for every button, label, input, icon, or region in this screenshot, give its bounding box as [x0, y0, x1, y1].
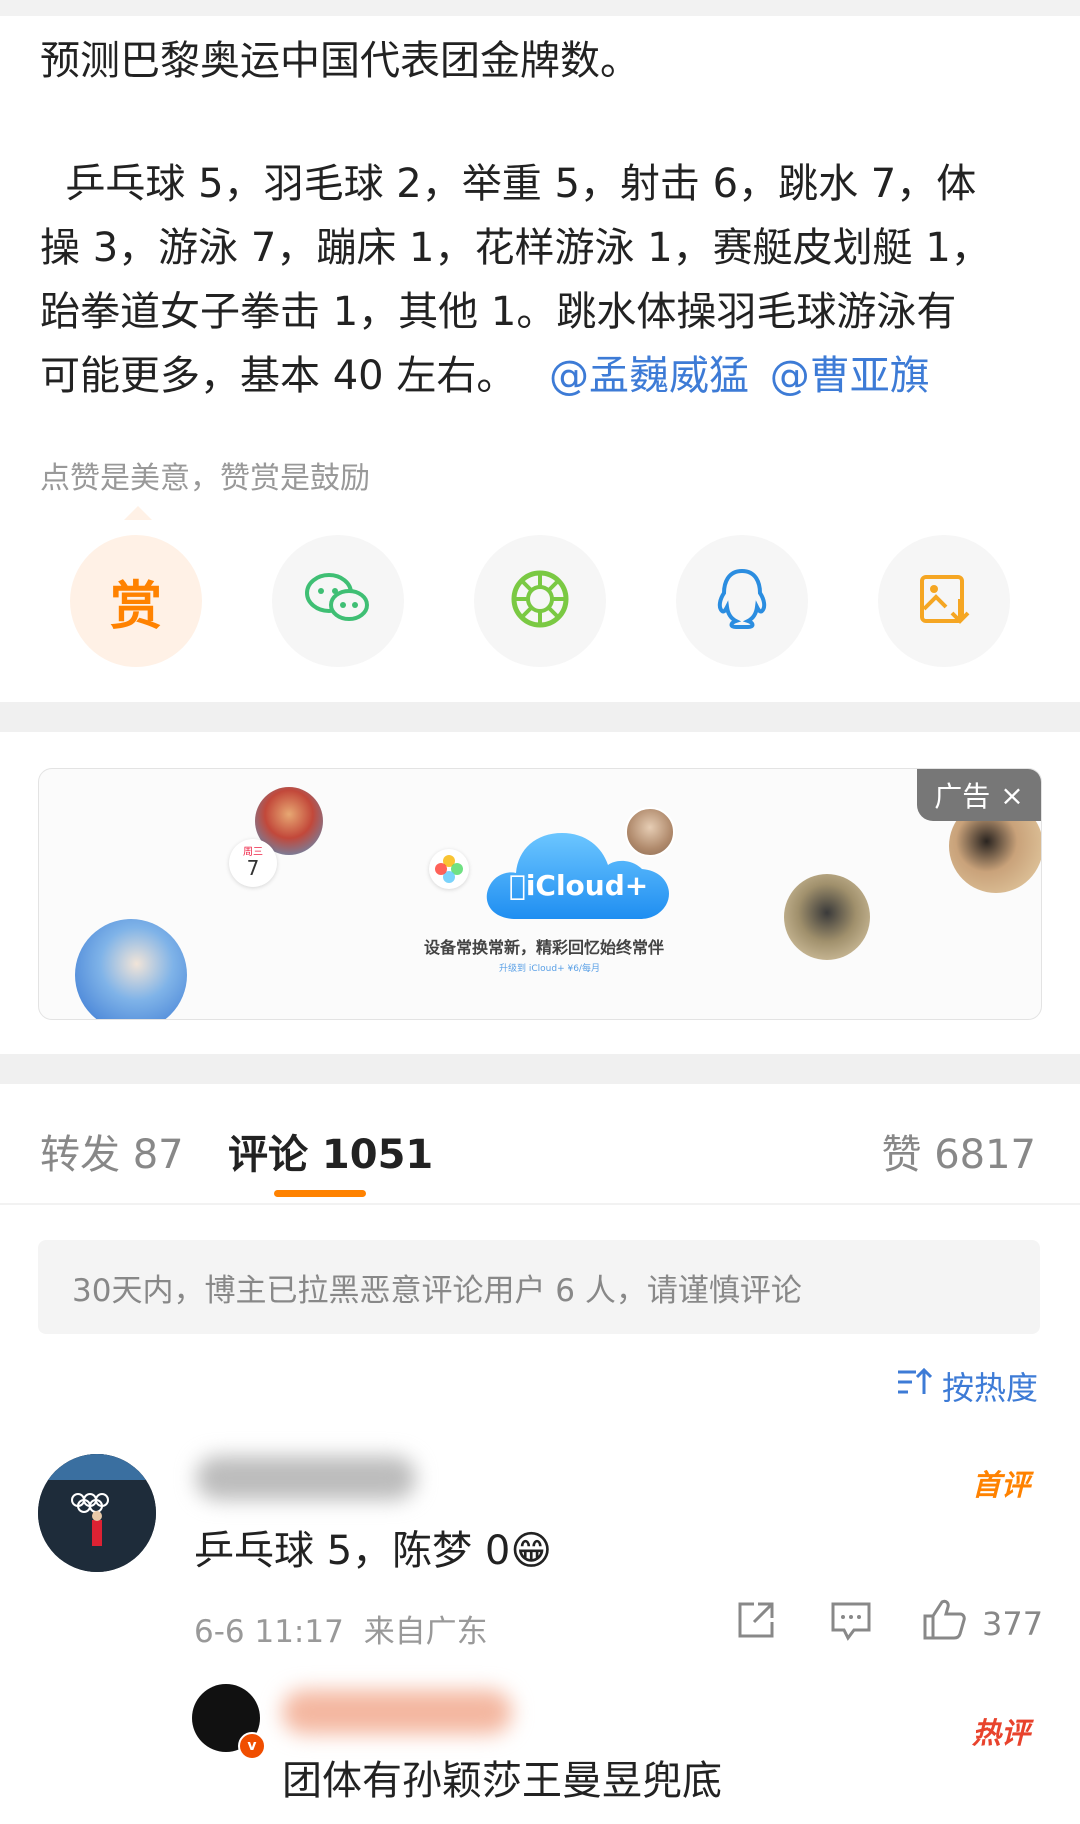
- tab-separator: [0, 1203, 1080, 1205]
- verified-icon: v: [238, 1732, 266, 1760]
- comment-body: 乒乓球 5，陈梦 0: [194, 1528, 511, 1574]
- post-line: 跆拳道女子拳击 1，其他 1。跳水体操羽毛球游泳有: [40, 289, 957, 335]
- sort-icon: [896, 1366, 933, 1406]
- tab-comment[interactable]: 评论 1051: [228, 1122, 433, 1180]
- share-wechat-button[interactable]: [272, 535, 404, 667]
- grin-emoji-icon: 😁: [510, 1528, 553, 1574]
- ad-brand: iCloud+: [509, 869, 648, 902]
- section-divider: [0, 702, 1080, 732]
- section-divider: [0, 1054, 1080, 1084]
- post-line: 乒乓球 5，羽毛球 2，举重 5，射击 6，跳水 7，体: [40, 161, 977, 207]
- share-moments-button[interactable]: [474, 535, 606, 667]
- like-count: 377: [982, 1605, 1044, 1643]
- tab-repost[interactable]: 转发 87: [40, 1122, 184, 1180]
- comment-notice: 30天内，博主已拉黑恶意评论用户 6 人，请谨慎评论: [38, 1240, 1040, 1334]
- ad-photo: [625, 807, 675, 857]
- username[interactable]: [282, 1690, 512, 1734]
- mention-link[interactable]: @孟巍威猛: [549, 353, 749, 399]
- share-qq-button[interactable]: [676, 535, 808, 667]
- ad-photo: [75, 919, 187, 1019]
- comment-meta: 6-6 11:17 来自广东: [194, 1606, 488, 1651]
- moments-icon: [509, 568, 571, 634]
- save-image-button[interactable]: [878, 535, 1010, 667]
- comment-text: 团体有孙颖莎王曼昱兜底: [282, 1758, 722, 1804]
- sort-label: 按热度: [941, 1369, 1038, 1407]
- save-image-icon: [914, 569, 974, 633]
- reward-caret: [124, 506, 152, 520]
- like-button[interactable]: [922, 1598, 966, 1644]
- calendar-day: 7: [246, 856, 260, 880]
- close-icon[interactable]: ×: [1000, 779, 1023, 812]
- thumbs-up-icon: [922, 1599, 966, 1644]
- post-title: 预测巴黎奥运中国代表团金牌数。: [40, 38, 640, 84]
- comment-text: 乒乓球 5，陈梦 0😁: [194, 1518, 552, 1576]
- comment-time: 6-6 11:17: [194, 1614, 344, 1650]
- mention-link[interactable]: @曹亚旗: [770, 353, 930, 399]
- avatar[interactable]: [38, 1454, 156, 1572]
- share-icon: [736, 1602, 776, 1644]
- ad-tag[interactable]: 广告 ×: [917, 769, 1041, 821]
- comment-location: 来自广东: [363, 1614, 488, 1650]
- top-strip: [0, 0, 1080, 16]
- ad-photo: [784, 874, 870, 960]
- comment-icon: [830, 1602, 872, 1646]
- wechat-icon: [303, 571, 373, 631]
- post-body: 乒乓球 5，羽毛球 2，举重 5，射击 6，跳水 7，体 操 3，游泳 7，蹦床…: [40, 152, 1040, 408]
- reward-label: 赏: [109, 576, 162, 637]
- first-comment-badge: 首评: [972, 1468, 1031, 1502]
- share-comment-button[interactable]: [736, 1600, 776, 1644]
- post-line-last: 可能更多，基本 40 左右。 @孟巍威猛 @曹亚旗: [40, 344, 1040, 408]
- ad-banner[interactable]: 周三 7 iCloud+ 设备常换常新，精彩回忆始终常伴 升级到 iCloud…: [38, 768, 1042, 1020]
- username[interactable]: [196, 1456, 416, 1500]
- sort-button[interactable]: 按热度: [896, 1363, 1038, 1409]
- reward-hint: 点赞是美意，赞赏是鼓励: [40, 461, 370, 496]
- ad-slogan: 设备常换常新，精彩回忆始终常伴: [424, 938, 665, 957]
- ad-subtitle: 升级到 iCloud+ ¥6/每月: [499, 964, 600, 974]
- qq-icon: [714, 567, 770, 635]
- active-tab-indicator: [274, 1190, 366, 1197]
- reply-button[interactable]: [830, 1600, 872, 1646]
- post-line: 操 3，游泳 7，蹦床 1，花样游泳 1，赛艇皮划艇 1，: [40, 225, 991, 271]
- calendar-icon: 周三 7: [229, 839, 277, 887]
- reward-button[interactable]: 赏: [70, 535, 202, 667]
- tab-like[interactable]: 赞 6817: [881, 1122, 1036, 1180]
- hot-comment-badge: 热评: [972, 1716, 1031, 1750]
- photos-app-icon: [429, 849, 469, 889]
- ad-label: 广告: [934, 780, 991, 813]
- post-line: 可能更多，基本 40 左右。: [40, 353, 517, 399]
